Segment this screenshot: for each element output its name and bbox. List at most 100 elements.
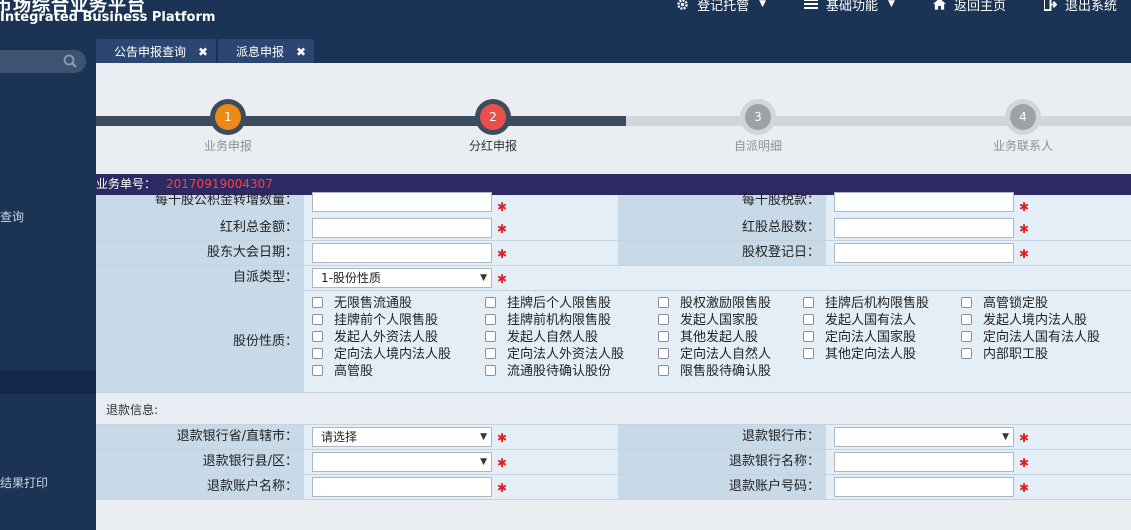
share-type-checkbox[interactable]: 发起人国家股 xyxy=(658,312,758,329)
refund-account-name-input[interactable] xyxy=(312,477,492,497)
refund-province-select[interactable]: 请选择 ▼ xyxy=(312,427,492,447)
checkbox[interactable] xyxy=(803,348,814,359)
home-icon xyxy=(932,0,946,10)
share-type-checkbox[interactable]: 发起人国有法人 xyxy=(803,312,916,329)
share-type-checkbox[interactable]: 高管锁定股 xyxy=(961,295,1048,312)
step-3-label: 自派明细 xyxy=(733,139,782,153)
checkbox[interactable] xyxy=(312,365,323,376)
total-bonus-shares-input[interactable] xyxy=(834,218,1014,238)
checkbox[interactable] xyxy=(312,297,323,308)
share-type-checkbox[interactable]: 流通股待确认股份 xyxy=(485,363,611,380)
required-icon: ✱ xyxy=(1019,431,1030,445)
close-icon[interactable]: ✖ xyxy=(198,45,208,59)
tab-dividend-declaration[interactable]: 派息申报 ✖ xyxy=(218,39,315,63)
sidebar-item-result-print[interactable]: 结果打印 xyxy=(0,474,48,491)
top-bar: 市场综合业务平台 Integrated Business Platform 登记… xyxy=(0,0,1131,33)
checkbox-label: 股权激励限售股 xyxy=(680,296,772,311)
share-type-checkbox[interactable]: 定向法人国家股 xyxy=(803,329,916,346)
checkbox-label: 发起人境内法人股 xyxy=(983,313,1088,328)
label-refund-account-name: 退款账户名称： xyxy=(96,475,304,499)
required-icon: ✱ xyxy=(1019,247,1030,261)
brand-subtitle: Integrated Business Platform xyxy=(0,10,216,25)
step-2[interactable]: 2 xyxy=(475,99,511,135)
step-4[interactable]: 4 xyxy=(1005,99,1041,135)
label-refund-city: 退款银行市： xyxy=(618,425,826,449)
form-row: 股东大会日期： ✱ 股权登记日： ✱ xyxy=(96,241,1131,266)
share-type-checkbox[interactable]: 定向法人外资法人股 xyxy=(485,346,624,363)
checkbox[interactable] xyxy=(312,331,323,342)
nav-basic-functions[interactable]: 基础功能 ▼ xyxy=(804,0,895,14)
checkbox[interactable] xyxy=(312,348,323,359)
checkbox[interactable] xyxy=(658,331,669,342)
share-type-checkbox[interactable]: 定向法人国有法人股 xyxy=(961,329,1100,346)
checkbox[interactable] xyxy=(803,314,814,325)
checkbox-label: 挂牌前机构限售股 xyxy=(507,313,612,328)
share-type-checkbox[interactable]: 高管股 xyxy=(312,363,373,380)
checkbox-label: 发起人国家股 xyxy=(680,313,759,328)
checkbox[interactable] xyxy=(658,314,669,325)
share-type-checkbox[interactable]: 股权激励限售股 xyxy=(658,295,771,312)
meeting-date-input[interactable] xyxy=(312,243,492,263)
step-3[interactable]: 3 xyxy=(740,99,776,135)
checkbox[interactable] xyxy=(961,297,972,308)
checkbox[interactable] xyxy=(961,331,972,342)
share-type-checkbox[interactable]: 挂牌前个人限售股 xyxy=(312,312,438,329)
total-dividend-input[interactable] xyxy=(312,218,492,238)
refund-county-select[interactable]: ▼ xyxy=(312,452,492,472)
share-type-checkbox[interactable]: 发起人境内法人股 xyxy=(961,312,1087,329)
nav-home[interactable]: 返回主页 xyxy=(932,0,1006,14)
checkbox[interactable] xyxy=(658,297,669,308)
sidebar-item-query[interactable]: 查询 xyxy=(0,208,24,225)
checkbox[interactable] xyxy=(485,314,496,325)
tab-announcement-query[interactable]: 公告申报查询 ✖ xyxy=(96,39,217,63)
checkbox-label: 定向法人外资法人股 xyxy=(507,347,625,362)
checkbox[interactable] xyxy=(658,365,669,376)
share-type-checkbox[interactable]: 挂牌前机构限售股 xyxy=(485,312,611,329)
share-type-checkbox[interactable]: 其他发起人股 xyxy=(658,329,758,346)
share-type-checkbox[interactable]: 无限售流通股 xyxy=(312,295,412,312)
checkbox[interactable] xyxy=(803,297,814,308)
label-refund-province: 退款银行省/直辖市： xyxy=(96,425,304,449)
checkbox[interactable] xyxy=(803,331,814,342)
checkbox[interactable] xyxy=(485,331,496,342)
refund-city-select[interactable]: ▼ xyxy=(834,427,1014,447)
share-type-checkbox-group: 无限售流通股 挂牌后个人限售股 股权激励限售股 挂牌后机构限售股 高管锁定股挂牌前个人限… xyxy=(304,291,1131,392)
form-row: 退款账户名称： ✱ 退款账户号码： ✱ xyxy=(96,475,1131,500)
nav-logout[interactable]: 退出系统 xyxy=(1043,0,1117,14)
tax-per-ten-input[interactable] xyxy=(834,192,1014,212)
step-1-label: 业务申报 xyxy=(203,139,252,153)
dispatch-type-select[interactable]: 1-股份性质 ▼ xyxy=(312,268,492,288)
refund-province-value: 请选择 xyxy=(321,430,358,444)
checkbox[interactable] xyxy=(485,365,496,376)
step-number: 3 xyxy=(745,104,771,130)
checkbox[interactable] xyxy=(961,314,972,325)
share-type-checkbox[interactable]: 定向法人自然人 xyxy=(658,346,771,363)
nav-registration-custody[interactable]: 登记托管 ▼ xyxy=(676,0,766,14)
checkbox-label: 定向法人境内法人股 xyxy=(334,347,452,362)
record-date-input[interactable] xyxy=(834,243,1014,263)
step-1[interactable]: 1 xyxy=(210,99,246,135)
search-icon xyxy=(63,54,77,68)
step-number: 2 xyxy=(480,104,506,130)
checkbox[interactable] xyxy=(312,314,323,325)
close-icon[interactable]: ✖ xyxy=(296,45,306,59)
share-type-checkbox[interactable]: 限售股待确认股 xyxy=(658,363,771,380)
checkbox[interactable] xyxy=(485,297,496,308)
share-type-checkbox[interactable]: 挂牌后个人限售股 xyxy=(485,295,611,312)
share-type-checkbox[interactable]: 内部职工股 xyxy=(961,346,1048,363)
value-cell: ✱ xyxy=(304,475,618,499)
sidebar-search-input[interactable] xyxy=(0,50,86,73)
checkbox[interactable] xyxy=(658,348,669,359)
share-type-checkbox[interactable]: 其他定向法人股 xyxy=(803,346,916,363)
share-type-checkbox[interactable]: 发起人自然人股 xyxy=(485,329,598,346)
share-type-checkbox[interactable]: 挂牌后机构限售股 xyxy=(803,295,929,312)
label-dispatch-type: 自派类型： xyxy=(96,266,304,290)
capital-reserve-input[interactable] xyxy=(312,192,492,212)
value-cell: ✱ xyxy=(826,192,1131,216)
checkbox[interactable] xyxy=(961,348,972,359)
checkbox[interactable] xyxy=(485,348,496,359)
refund-account-number-input[interactable] xyxy=(834,477,1014,497)
refund-bank-name-input[interactable] xyxy=(834,452,1014,472)
share-type-checkbox[interactable]: 发起人外资法人股 xyxy=(312,329,438,346)
share-type-checkbox[interactable]: 定向法人境内法人股 xyxy=(312,346,451,363)
